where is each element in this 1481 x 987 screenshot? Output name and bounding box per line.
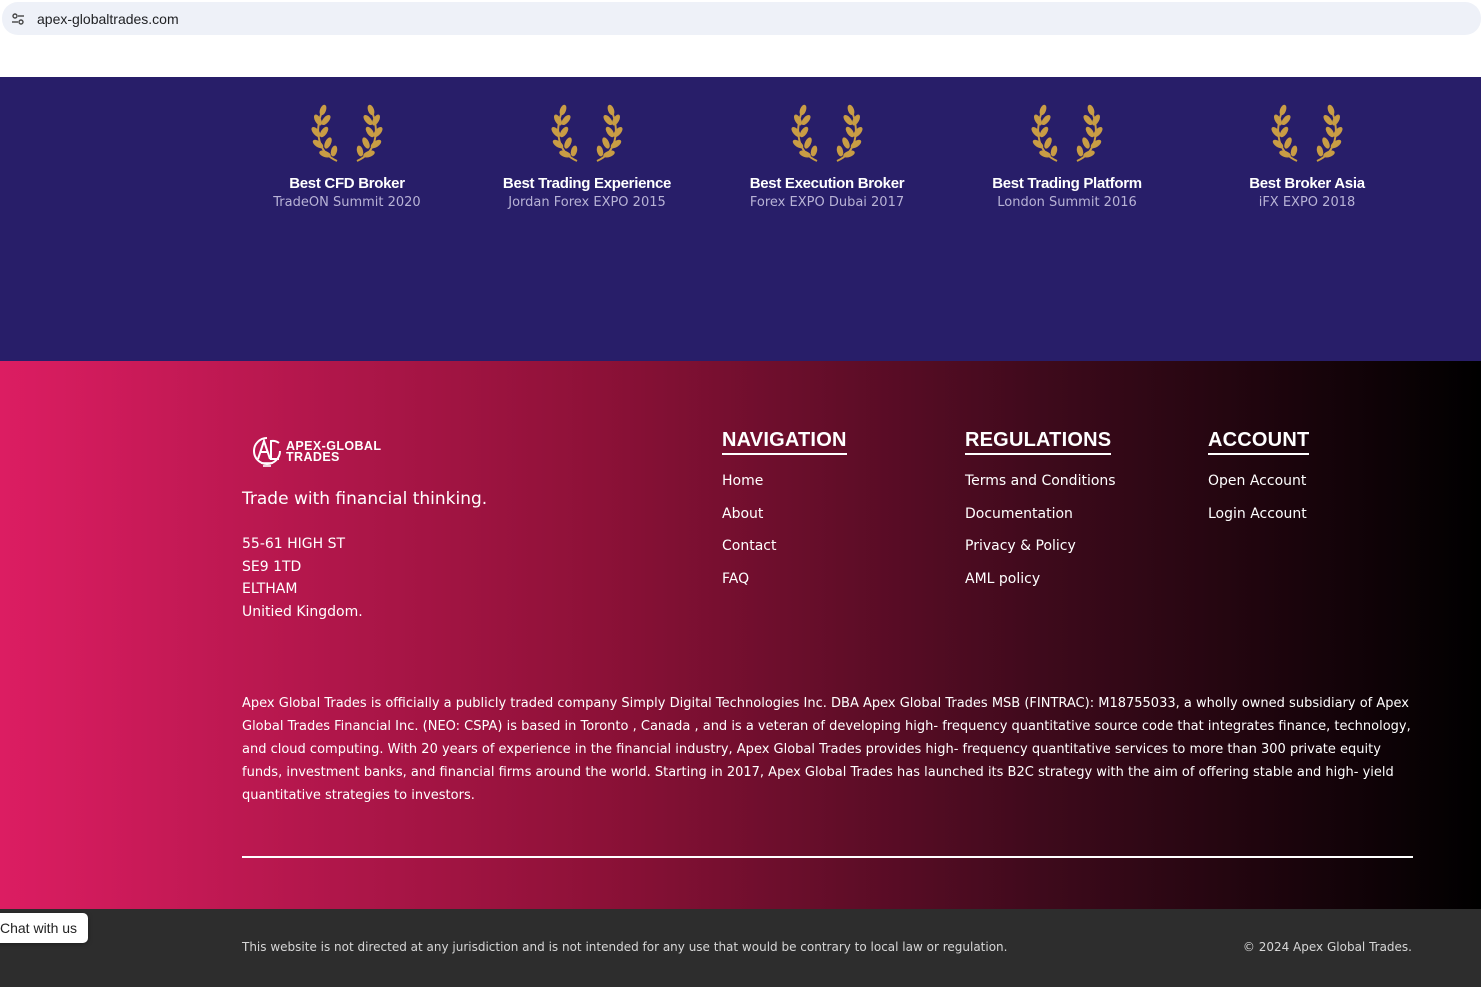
logo-wordmark: APEX-GLOBAL TRADES	[286, 439, 382, 464]
nav-link-faq[interactable]: FAQ	[722, 571, 847, 604]
nav-link-contact[interactable]: Contact	[722, 538, 847, 571]
url-field[interactable]: apex-globaltrades.com	[2, 2, 1481, 35]
link-open-account[interactable]: Open Account	[1208, 473, 1309, 506]
browser-address-bar: apex-globaltrades.com	[0, 0, 1481, 37]
navigation-heading: NAVIGATION	[722, 429, 847, 455]
award-item: Best Trading Experience Jordan Forex EXP…	[467, 103, 707, 210]
bottom-bar: This website is not directed at any juri…	[0, 909, 1481, 987]
nav-link-about[interactable]: About	[722, 506, 847, 539]
laurel-icon	[791, 103, 863, 162]
award-item: Best Trading Platform London Summit 2016	[947, 103, 1187, 210]
award-event: iFX EXPO 2018	[1258, 195, 1356, 210]
award-title: Best Trading Platform	[992, 175, 1142, 192]
footer-divider	[242, 856, 1413, 858]
link-terms-and-conditions[interactable]: Terms and Conditions	[965, 473, 1116, 506]
laurel-icon	[1031, 103, 1103, 162]
account-column: ACCOUNT Open Account Login Account	[1208, 429, 1310, 539]
award-event: TradeON Summit 2020	[273, 195, 421, 210]
link-documentation[interactable]: Documentation	[965, 506, 1116, 539]
award-title: Best Trading Experience	[502, 175, 672, 192]
chat-with-us-button[interactable]: Chat with us	[0, 913, 89, 943]
award-item: Best CFD Broker TradeON Summit 2020	[227, 103, 467, 210]
regulations-heading: REGULATIONS	[965, 429, 1112, 455]
site-footer: APEX-GLOBAL TRADES Trade with financial …	[0, 361, 1481, 909]
award-title: Best Broker Asia	[1249, 175, 1365, 192]
url-text[interactable]: apex-globaltrades.com	[37, 11, 179, 27]
award-event: Forex EXPO Dubai 2017	[749, 195, 905, 210]
laurel-icon	[551, 103, 623, 162]
award-title: Best Execution Broker	[749, 175, 905, 192]
laurel-icon	[311, 103, 383, 162]
regulations-column: REGULATIONS Terms and Conditions Documen…	[965, 429, 1116, 603]
company-disclaimer: Apex Global Trades is officially a publi…	[242, 696, 1411, 803]
account-heading: ACCOUNT	[1208, 429, 1310, 455]
awards-section: Best CFD Broker TradeON Summit 2020 Best…	[0, 77, 1481, 361]
nav-link-home[interactable]: Home	[722, 473, 847, 506]
apex-global-trades-logo[interactable]: APEX-GLOBAL TRADES	[252, 435, 381, 469]
award-item: Best Execution Broker Forex EXPO Dubai 2…	[707, 103, 947, 210]
award-event: London Summit 2016	[997, 195, 1137, 210]
link-login-account[interactable]: Login Account	[1208, 506, 1309, 539]
award-item: Best Broker Asia iFX EXPO 2018	[1187, 103, 1427, 210]
tagline: Trade with financial thinking.	[242, 489, 488, 509]
logo-mark-icon	[253, 437, 281, 467]
jurisdiction-notice: This website is not directed at any juri…	[242, 940, 1008, 954]
link-aml-policy[interactable]: AML policy	[965, 571, 1116, 604]
tune-icon[interactable]	[10, 11, 26, 27]
company-address: 55-61 HIGH ST SE9 1TD ELTHAM Unitied Kin…	[242, 536, 363, 620]
award-event: Jordan Forex EXPO 2015	[508, 195, 666, 210]
navigation-column: NAVIGATION Home About Contact FAQ	[722, 429, 847, 603]
laurel-icon	[1271, 103, 1343, 162]
link-privacy-policy[interactable]: Privacy & Policy	[965, 538, 1116, 571]
award-title: Best CFD Broker	[289, 175, 405, 192]
copyright: © 2024 Apex Global Trades.	[1242, 940, 1412, 954]
